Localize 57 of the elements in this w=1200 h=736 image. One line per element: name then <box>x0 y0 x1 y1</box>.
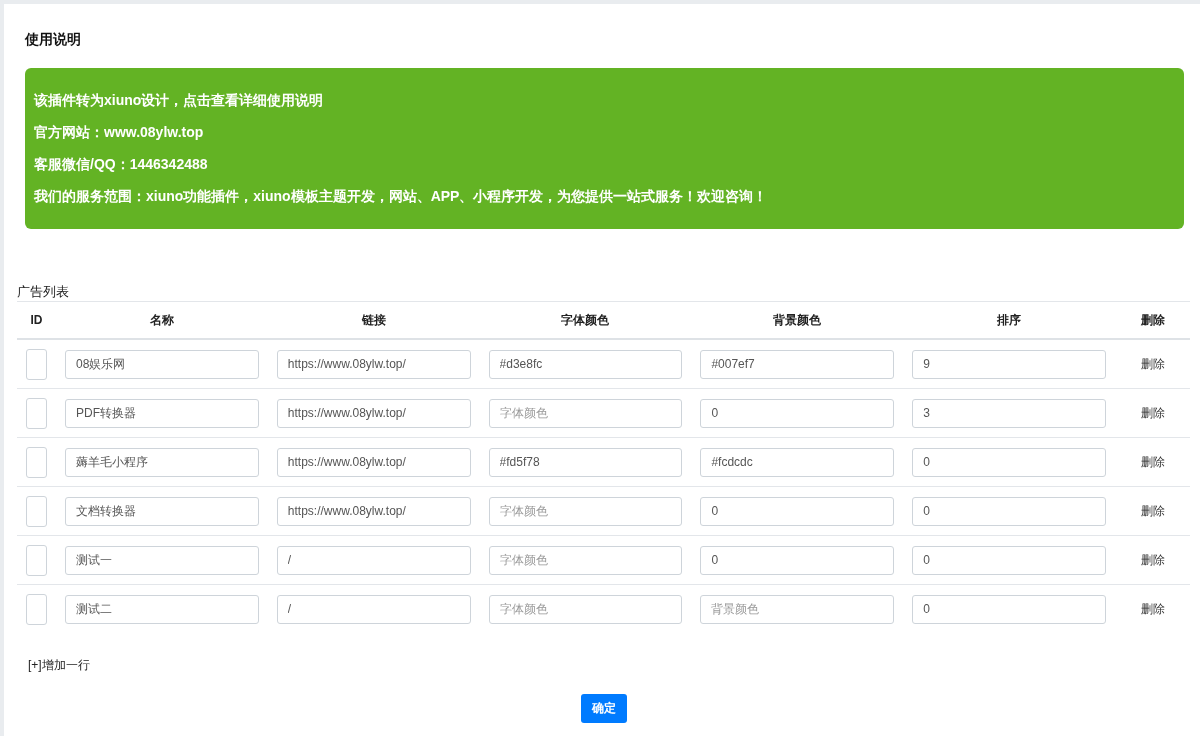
input-field[interactable]: 薅羊毛小程序 <box>65 447 259 477</box>
delete-link[interactable]: 删除 <box>1140 503 1165 518</box>
input-field[interactable]: 3 <box>912 398 1106 428</box>
notice-text: 我们的服务范围：xiuno功能插件，xiuno模板主题开发，网站、APP、小程序开发，为您提供一站式服务！欢迎咨询！ <box>34 187 769 206</box>
column-header: ID <box>17 301 56 339</box>
input-field[interactable]: 字体颜色 <box>488 398 683 428</box>
input-field[interactable]: 0 <box>912 447 1106 477</box>
id-field[interactable] <box>26 593 47 625</box>
id-field[interactable] <box>26 348 47 380</box>
input-field[interactable]: / <box>276 545 471 575</box>
notice-text: 该插件转为xiuno设计，点击查看详细使用说明 <box>34 91 325 110</box>
id-field[interactable] <box>26 495 47 527</box>
column-header: 链接 <box>267 301 480 339</box>
id-field[interactable] <box>26 544 47 576</box>
id-field[interactable] <box>26 446 47 478</box>
id-field[interactable] <box>26 397 47 429</box>
input-field[interactable]: 0 <box>912 594 1106 624</box>
delete-link[interactable]: 删除 <box>1140 552 1165 567</box>
table-caption: 广告列表 <box>17 283 70 301</box>
delete-link[interactable]: 删除 <box>1140 405 1165 420</box>
input-field[interactable]: 文档转换器 <box>65 496 259 526</box>
column-header: 排序 <box>903 301 1115 339</box>
input-field[interactable]: 测试一 <box>65 545 259 575</box>
input-field[interactable]: / <box>276 594 471 624</box>
input-field[interactable]: https://www.08ylw.top/ <box>276 447 471 477</box>
input-field[interactable]: 字体颜色 <box>488 496 683 526</box>
section-title: 使用说明 <box>25 31 82 49</box>
input-field[interactable]: 0 <box>912 496 1106 526</box>
notice-text: 客服微信/QQ：1446342488 <box>34 155 209 174</box>
input-field[interactable]: https://www.08ylw.top/ <box>276 398 471 428</box>
input-field[interactable]: https://www.08ylw.top/ <box>276 349 471 379</box>
input-field[interactable]: 背景颜色 <box>700 594 895 624</box>
column-header: 字体颜色 <box>479 301 692 339</box>
input-field[interactable]: #007ef7 <box>700 349 895 379</box>
delete-link[interactable]: 删除 <box>1140 454 1165 469</box>
input-field[interactable]: https://www.08ylw.top/ <box>276 496 471 526</box>
notice-text: 官方网站：www.08ylw.top <box>34 123 205 142</box>
input-field[interactable]: 字体颜色 <box>488 545 683 575</box>
input-field[interactable]: #fd5f78 <box>488 447 683 477</box>
column-header: 名称 <box>56 301 268 339</box>
input-field[interactable]: 0 <box>912 545 1106 575</box>
input-field[interactable]: 0 <box>700 545 895 575</box>
column-header: 背景颜色 <box>691 301 904 339</box>
confirm-button[interactable]: 确定 <box>580 694 627 723</box>
input-field[interactable]: 测试二 <box>65 594 259 624</box>
input-field[interactable]: 9 <box>912 349 1106 379</box>
delete-link[interactable]: 删除 <box>1140 356 1165 371</box>
input-field[interactable]: 0 <box>700 398 895 428</box>
input-field[interactable]: 字体颜色 <box>488 594 683 624</box>
column-header: 删除 <box>1115 301 1190 339</box>
input-field[interactable]: 0 <box>700 496 895 526</box>
delete-link[interactable]: 删除 <box>1140 601 1165 616</box>
add-row-link[interactable]: [+]增加一行 <box>28 658 90 672</box>
input-field[interactable]: 08娱乐网 <box>65 349 259 379</box>
input-field[interactable]: #d3e8fc <box>488 349 683 379</box>
input-field[interactable]: #fcdcdc <box>700 447 895 477</box>
input-field[interactable]: PDF转换器 <box>65 398 259 428</box>
